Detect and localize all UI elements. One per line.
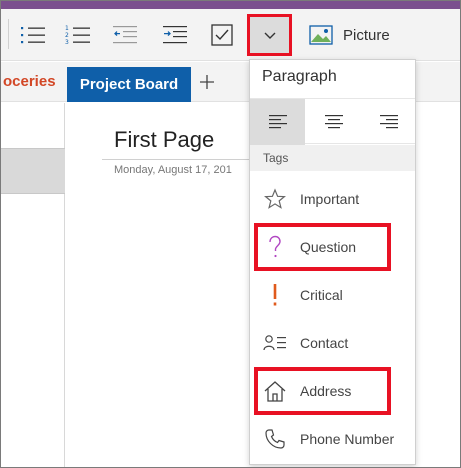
align-left-icon — [268, 115, 287, 129]
menu-heading: Paragraph — [262, 68, 337, 85]
add-section-button[interactable] — [194, 65, 220, 99]
svg-text:2: 2 — [65, 32, 69, 39]
tag-phone-number-label: Phone Number — [300, 431, 395, 447]
page-list-pane — [1, 103, 65, 467]
accent-bar — [1, 1, 460, 9]
plus-icon — [200, 75, 214, 89]
tag-contact[interactable]: Contact — [250, 319, 415, 367]
title-underline — [102, 159, 252, 160]
bulleted-list-button[interactable] — [11, 14, 55, 56]
tag-contact-label: Contact — [300, 335, 349, 351]
tag-important[interactable]: Important — [250, 175, 415, 223]
todo-checkbox-icon — [211, 24, 233, 46]
tag-question-label: Question — [300, 239, 357, 255]
align-center-button[interactable] — [306, 99, 361, 145]
toolbar-separator — [8, 19, 9, 49]
ribbon-toolbar: 1 2 3 Picture — [1, 9, 460, 61]
tab-project-board[interactable]: Project Board — [67, 67, 191, 102]
align-center-icon — [324, 115, 343, 129]
tag-address-label: Address — [300, 383, 352, 399]
insert-picture-button[interactable]: Picture — [309, 14, 390, 56]
exclamation-icon — [273, 284, 277, 306]
increase-indent-icon — [163, 26, 187, 44]
picture-icon — [309, 25, 333, 45]
app-window: 1 2 3 Picture oceries Project Board Firs… — [0, 0, 461, 468]
increase-indent-button[interactable] — [153, 14, 197, 56]
page-date: Monday, August 17, 201 — [114, 164, 232, 176]
chevron-down-icon — [264, 32, 275, 39]
tag-question[interactable]: Question — [250, 223, 415, 271]
tag-critical[interactable]: Critical — [250, 271, 415, 319]
todo-checkbox-button[interactable] — [200, 14, 244, 56]
bulleted-list-icon — [21, 27, 45, 44]
tab-project-board-label: Project Board — [79, 76, 179, 93]
tags-section-header: Tags — [250, 145, 415, 171]
numbered-list-button[interactable]: 1 2 3 — [56, 14, 100, 56]
svg-text:1: 1 — [65, 25, 69, 32]
align-left-button[interactable] — [250, 99, 305, 145]
home-icon — [264, 381, 286, 402]
tag-phone-number[interactable]: Phone Number — [250, 415, 415, 463]
decrease-indent-button[interactable] — [103, 14, 147, 56]
page-title[interactable]: First Page — [114, 127, 214, 153]
svg-text:3: 3 — [65, 39, 69, 46]
align-right-icon — [379, 115, 398, 129]
tag-address[interactable]: Address — [250, 367, 415, 415]
alignment-row — [250, 98, 416, 145]
phone-icon — [265, 429, 285, 449]
tag-critical-label: Critical — [300, 287, 343, 303]
picture-label: Picture — [343, 26, 390, 44]
contact-icon — [263, 335, 286, 351]
more-options-dropdown-button[interactable] — [247, 14, 292, 56]
numbered-list-icon: 1 2 3 — [65, 25, 90, 46]
tag-important-label: Important — [300, 191, 360, 207]
star-icon — [264, 188, 286, 209]
question-mark-icon — [269, 235, 281, 258]
page-list-item-selected[interactable] — [1, 148, 65, 194]
tab-groceries[interactable]: oceries — [1, 62, 56, 102]
paragraph-menu: Paragraph Tags Important Question Critic… — [249, 59, 416, 465]
decrease-indent-icon — [113, 26, 137, 44]
align-right-button[interactable] — [361, 99, 416, 145]
